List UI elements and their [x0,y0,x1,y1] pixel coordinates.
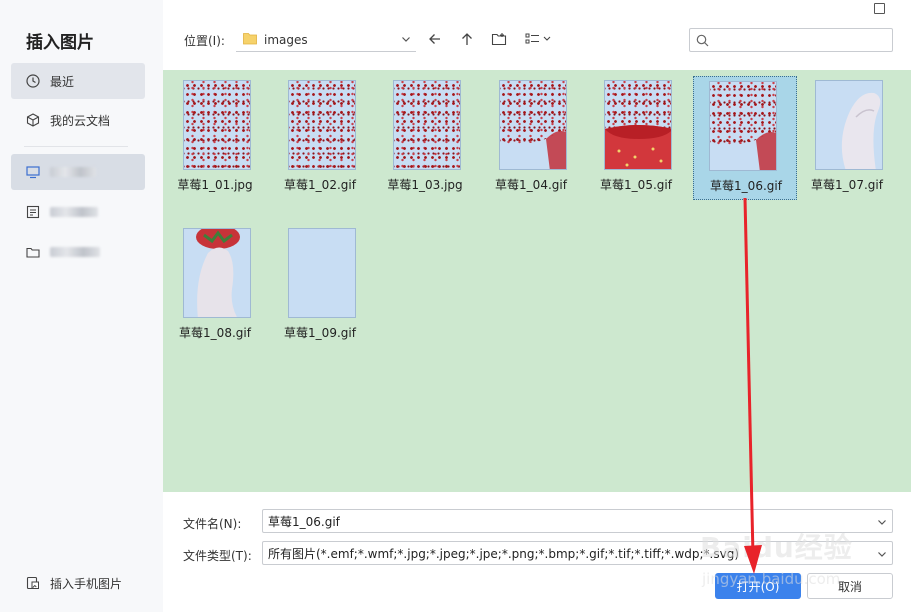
arrow-up-icon [459,31,475,50]
up-button[interactable] [457,30,477,50]
sidebar-item-documents[interactable] [11,194,145,230]
file-name: 草莓1_03.jpg [387,178,463,192]
open-button[interactable]: 打开(O) [715,573,801,599]
sidebar: 插入图片 最近 我的云文档 插入手机图片 [0,0,163,612]
sidebar-item-label-blurred [50,207,98,217]
file-item[interactable]: 草莓1_05.gif [584,70,688,194]
chevron-down-icon [400,33,412,48]
sidebar-item-computer[interactable] [11,154,145,190]
sidebar-item-label-blurred [50,167,96,177]
sidebar-item-label-blurred [50,247,100,257]
search-field[interactable] [689,28,893,52]
sidebar-item-label: 我的云文档 [50,113,111,128]
view-mode-button[interactable] [524,30,554,50]
search-icon [696,34,709,47]
new-folder-button[interactable] [489,30,509,50]
file-item[interactable]: 草莓1_01.jpg [163,70,267,194]
cloud-cube-icon [25,112,41,128]
filename-input[interactable]: 草莓1_06.gif [262,509,893,533]
filetype-select[interactable]: 所有图片(*.emf;*.wmf;*.jpg;*.jpeg;*.jpe;*.pn… [262,541,893,565]
search-input[interactable] [714,31,886,49]
image-thumbnail [815,80,883,170]
file-name: 草莓1_06.gif [710,179,782,193]
image-thumbnail [604,80,672,170]
sidebar-item-recent[interactable]: 最近 [11,63,145,99]
filename-value: 草莓1_06.gif [268,514,340,529]
document-icon [25,204,41,220]
arrow-left-icon [427,31,443,50]
file-name: 草莓1_08.gif [179,326,251,340]
sidebar-divider [24,146,128,147]
location-label: 位置(I): [184,34,225,48]
sidebar-item-folder[interactable] [11,234,145,270]
image-thumbnail [709,81,777,171]
filename-label: 文件名(N): [183,517,242,531]
file-name: 草莓1_07.gif [811,178,883,192]
file-list[interactable]: 草莓1_01.jpg 草莓1_02.gif 草莓1_03.jpg 草莓1_04.… [163,70,911,492]
file-name: 草莓1_05.gif [600,178,672,192]
file-name: 草莓1_09.gif [284,326,356,340]
folder-icon [243,31,257,48]
filetype-value: 所有图片(*.emf;*.wmf;*.jpg;*.jpeg;*.jpe;*.pn… [268,546,740,561]
maximize-icon[interactable] [874,3,885,14]
file-item[interactable]: 草莓1_07.gif [795,70,899,194]
phone-image-icon [25,575,41,591]
dialog-title: 插入图片 [26,33,94,53]
back-button[interactable] [425,30,445,50]
file-item-selected[interactable]: 草莓1_06.gif [693,76,797,200]
file-item[interactable]: 草莓1_03.jpg [373,70,477,194]
file-item[interactable]: 草莓1_08.gif [163,218,267,342]
folder-icon [25,244,41,260]
file-name: 草莓1_01.jpg [177,178,253,192]
location-dropdown[interactable]: images [236,28,416,52]
image-thumbnail [183,80,251,170]
image-thumbnail [288,228,356,318]
sidebar-item-cloud-docs[interactable]: 我的云文档 [11,102,145,138]
chevron-down-icon[interactable] [876,548,888,563]
sidebar-item-label: 最近 [50,74,75,89]
filetype-label: 文件类型(T): [183,549,252,563]
sidebar-item-phone-image[interactable]: 插入手机图片 [11,565,145,601]
image-thumbnail [183,228,251,318]
file-item[interactable]: 草莓1_02.gif [268,70,372,194]
clock-icon [25,73,41,89]
file-item[interactable]: 草莓1_04.gif [479,70,583,194]
sidebar-item-label: 插入手机图片 [50,576,123,591]
view-list-icon [525,31,553,50]
image-thumbnail [393,80,461,170]
location-path: images [264,32,308,47]
file-name: 草莓1_02.gif [284,178,356,192]
image-thumbnail [288,80,356,170]
chevron-down-icon[interactable] [876,516,888,531]
image-thumbnail [499,80,567,170]
cancel-button[interactable]: 取消 [807,573,893,599]
new-folder-icon [491,31,507,50]
file-name: 草莓1_04.gif [495,178,567,192]
monitor-icon [25,164,41,180]
file-item[interactable]: 草莓1_09.gif [268,218,372,342]
